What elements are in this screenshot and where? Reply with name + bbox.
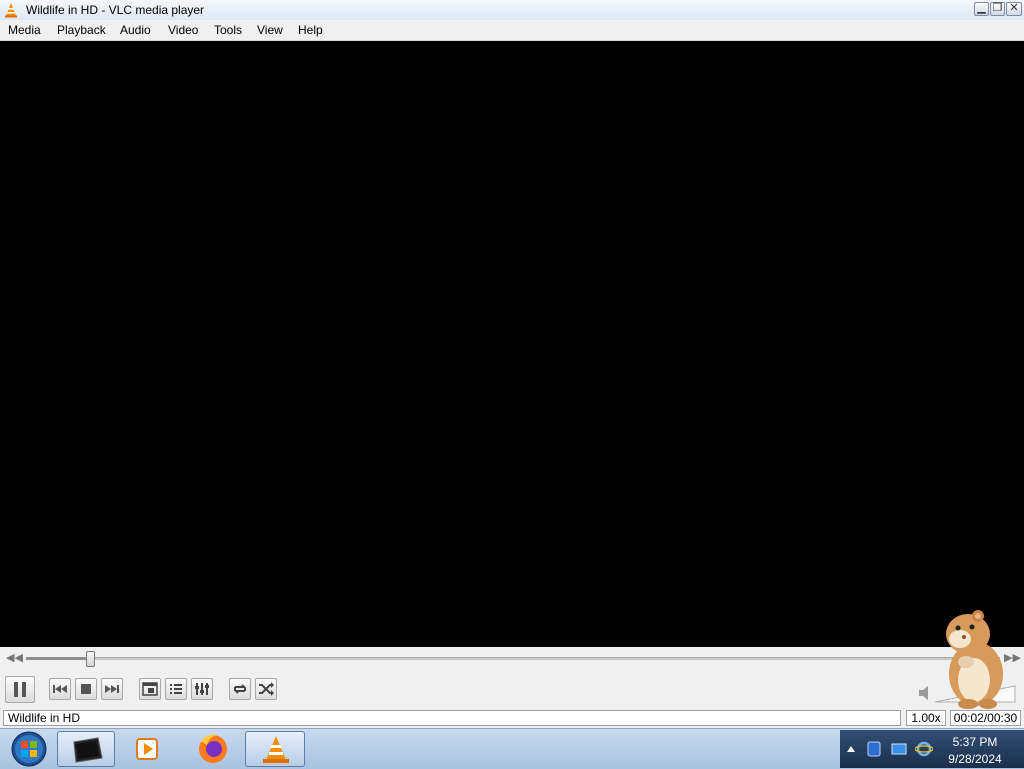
title-bar[interactable]: Wildlife in HD - VLC media player ▁ ❐ ✕ xyxy=(0,0,1024,21)
vlc-cone-icon xyxy=(5,3,17,18)
next-button[interactable] xyxy=(101,678,123,700)
taskbar: 5:37 PM 9/28/2024 xyxy=(0,728,1024,769)
menu-playback[interactable]: Playback xyxy=(57,23,106,37)
taskbar-firefox[interactable] xyxy=(183,731,241,767)
playlist-icon xyxy=(170,684,182,694)
playback-controls: ◀◀ ▶▶ xyxy=(0,647,1024,709)
window-title: Wildlife in HD - VLC media player xyxy=(26,3,205,17)
loop-button[interactable] xyxy=(229,678,251,700)
network-icon[interactable] xyxy=(890,741,908,757)
video-area[interactable] xyxy=(0,41,1024,647)
previous-icon xyxy=(53,685,67,693)
terminal-icon xyxy=(73,737,103,763)
menu-audio[interactable]: Audio xyxy=(120,23,151,37)
media-title-status: Wildlife in HD xyxy=(3,710,901,726)
loop-icon xyxy=(233,684,247,694)
fullscreen-icon xyxy=(142,682,158,696)
seek-backward-icon[interactable]: ◀◀ xyxy=(6,651,23,664)
extended-settings-button[interactable] xyxy=(191,678,213,700)
shuffle-button[interactable] xyxy=(255,678,277,700)
playlist-button[interactable] xyxy=(165,678,187,700)
firefox-icon xyxy=(199,734,227,763)
clock-date[interactable]: 9/28/2024 xyxy=(940,752,1010,766)
menu-view[interactable]: View xyxy=(257,23,283,37)
taskbar-vlc[interactable] xyxy=(245,731,305,767)
previous-button[interactable] xyxy=(49,678,71,700)
extended-settings-icon xyxy=(195,683,209,695)
vlc-icon xyxy=(263,736,289,763)
speaker-icon xyxy=(919,686,928,700)
elapsed-time[interactable]: 00:02/00:30 xyxy=(950,710,1021,726)
pause-button[interactable] xyxy=(5,676,35,703)
next-icon xyxy=(105,685,119,693)
media-player-icon xyxy=(136,738,158,760)
taskbar-terminal[interactable] xyxy=(57,731,115,767)
status-bar: Wildlife in HD 1.00x 00:02/00:30 xyxy=(0,709,1024,728)
shuffle-icon xyxy=(259,682,274,696)
close-button[interactable]: ✕ xyxy=(1006,1,1022,16)
menu-video[interactable]: Video xyxy=(168,23,198,37)
playback-speed[interactable]: 1.00x xyxy=(906,710,946,726)
menu-help[interactable]: Help xyxy=(298,23,323,37)
stop-button[interactable] xyxy=(75,678,97,700)
fullscreen-button[interactable] xyxy=(139,678,161,700)
clock-time[interactable]: 5:37 PM xyxy=(940,735,1010,749)
taskbar-media-player[interactable] xyxy=(120,731,178,767)
stop-icon xyxy=(81,684,91,694)
close-icon: ✕ xyxy=(1009,1,1019,14)
menu-bar: Media Playback Audio Video Tools View He… xyxy=(0,20,1024,41)
minimize-button[interactable]: ▁ xyxy=(974,1,989,16)
menu-tools[interactable]: Tools xyxy=(214,23,242,37)
seek-progress xyxy=(26,657,91,660)
restore-icon: ❐ xyxy=(992,1,1003,14)
ie-icon[interactable] xyxy=(915,740,933,758)
seek-handle[interactable] xyxy=(86,651,96,667)
hamster-mascot-icon xyxy=(946,610,1003,709)
defender-icon[interactable] xyxy=(866,740,882,758)
seek-bar[interactable] xyxy=(26,657,1000,660)
minimize-icon: ▁ xyxy=(977,1,986,14)
pause-icon xyxy=(14,682,26,697)
show-hidden-icons-icon[interactable] xyxy=(845,741,857,757)
menu-media[interactable]: Media xyxy=(8,23,41,37)
restore-button[interactable]: ❐ xyxy=(990,1,1005,16)
start-orb-icon[interactable] xyxy=(4,730,50,768)
